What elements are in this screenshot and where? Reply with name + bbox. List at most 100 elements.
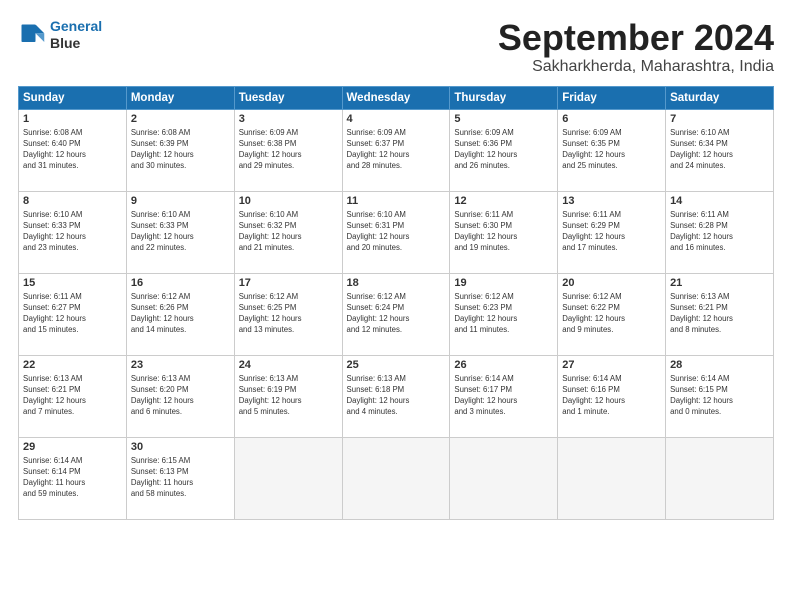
day-info: Sunrise: 6:13 AM Sunset: 6:19 PM Dayligh… xyxy=(239,373,338,418)
week-row-1: 1 Sunrise: 6:08 AM Sunset: 6:40 PM Daylig… xyxy=(19,109,774,191)
day-info: Sunrise: 6:11 AM Sunset: 6:29 PM Dayligh… xyxy=(562,209,661,254)
day-info: Sunrise: 6:09 AM Sunset: 6:38 PM Dayligh… xyxy=(239,127,338,172)
day-info: Sunrise: 6:10 AM Sunset: 6:31 PM Dayligh… xyxy=(347,209,446,254)
title-area: September 2024 Sakharkherda, Maharashtra… xyxy=(498,18,774,76)
header-cell-saturday: Saturday xyxy=(666,86,774,109)
day-cell: 21Sunrise: 6:13 AM Sunset: 6:21 PM Dayli… xyxy=(666,273,774,355)
day-cell xyxy=(558,437,666,519)
day-info: Sunrise: 6:10 AM Sunset: 6:33 PM Dayligh… xyxy=(23,209,122,254)
day-cell: 9 Sunrise: 6:10 AM Sunset: 6:33 PM Daylig… xyxy=(126,191,234,273)
day-cell: 8 Sunrise: 6:10 AM Sunset: 6:33 PM Daylig… xyxy=(19,191,127,273)
day-info: Sunrise: 6:08 AM Sunset: 6:39 PM Dayligh… xyxy=(131,127,230,172)
day-cell: 12 Sunrise: 6:11 AM Sunset: 6:30 PM Dayli… xyxy=(450,191,558,273)
week-row-4: 22 Sunrise: 6:13 AM Sunset: 6:21 PM Dayli… xyxy=(19,355,774,437)
logo-text: General Blue xyxy=(50,18,102,52)
day-cell: 16 Sunrise: 6:12 AM Sunset: 6:26 PM Dayli… xyxy=(126,273,234,355)
day-cell: 11 Sunrise: 6:10 AM Sunset: 6:31 PM Dayli… xyxy=(342,191,450,273)
day-number: 7 xyxy=(670,113,769,125)
day-number: 4 xyxy=(347,113,446,125)
day-number: 25 xyxy=(347,359,446,371)
day-info: Sunrise: 6:11 AM Sunset: 6:27 PM Dayligh… xyxy=(23,291,122,336)
day-info: Sunrise: 6:10 AM Sunset: 6:33 PM Dayligh… xyxy=(131,209,230,254)
header-cell-friday: Friday xyxy=(558,86,666,109)
day-info: Sunrise: 6:13 AM Sunset: 6:21 PM Dayligh… xyxy=(23,373,122,418)
page: General Blue September 2024 Sakharkherda… xyxy=(0,0,792,530)
day-info: Sunrise: 6:12 AM Sunset: 6:26 PM Dayligh… xyxy=(131,291,230,336)
calendar-table: SundayMondayTuesdayWednesdayThursdayFrid… xyxy=(18,86,774,520)
day-number: 20 xyxy=(562,277,661,289)
subtitle: Sakharkherda, Maharashtra, India xyxy=(498,58,774,76)
day-cell: 2 Sunrise: 6:08 AM Sunset: 6:39 PM Daylig… xyxy=(126,109,234,191)
day-cell: 3 Sunrise: 6:09 AM Sunset: 6:38 PM Daylig… xyxy=(234,109,342,191)
day-cell: 17 Sunrise: 6:12 AM Sunset: 6:25 PM Dayli… xyxy=(234,273,342,355)
day-number: 14 xyxy=(670,195,769,207)
day-info: Sunrise: 6:12 AM Sunset: 6:23 PM Dayligh… xyxy=(454,291,553,336)
header-cell-sunday: Sunday xyxy=(19,86,127,109)
day-number: 11 xyxy=(347,195,446,207)
day-cell: 4 Sunrise: 6:09 AM Sunset: 6:37 PM Daylig… xyxy=(342,109,450,191)
day-info: Sunrise: 6:10 AM Sunset: 6:34 PM Dayligh… xyxy=(670,127,769,172)
day-cell: 6 Sunrise: 6:09 AM Sunset: 6:35 PM Daylig… xyxy=(558,109,666,191)
day-cell: 30 Sunrise: 6:15 AM Sunset: 6:13 PM Dayli… xyxy=(126,437,234,519)
day-info: Sunrise: 6:11 AM Sunset: 6:30 PM Dayligh… xyxy=(454,209,553,254)
day-info: Sunrise: 6:15 AM Sunset: 6:13 PM Dayligh… xyxy=(131,455,230,500)
day-number: 19 xyxy=(454,277,553,289)
header: General Blue September 2024 Sakharkherda… xyxy=(18,18,774,76)
day-info: Sunrise: 6:09 AM Sunset: 6:37 PM Dayligh… xyxy=(347,127,446,172)
day-cell: 20 Sunrise: 6:12 AM Sunset: 6:22 PM Dayli… xyxy=(558,273,666,355)
day-number: 6 xyxy=(562,113,661,125)
day-number: 17 xyxy=(239,277,338,289)
day-info: Sunrise: 6:14 AM Sunset: 6:16 PM Dayligh… xyxy=(562,373,661,418)
day-cell: 23Sunrise: 6:13 AM Sunset: 6:20 PM Dayli… xyxy=(126,355,234,437)
day-info: Sunrise: 6:13 AM Sunset: 6:20 PM Dayligh… xyxy=(131,373,230,418)
day-cell: 5Sunrise: 6:09 AM Sunset: 6:36 PM Daylig… xyxy=(450,109,558,191)
day-cell: 28Sunrise: 6:14 AM Sunset: 6:15 PM Dayli… xyxy=(666,355,774,437)
day-number: 8 xyxy=(23,195,122,207)
day-number: 12 xyxy=(454,195,553,207)
day-number: 24 xyxy=(239,359,338,371)
day-info: Sunrise: 6:14 AM Sunset: 6:15 PM Dayligh… xyxy=(670,373,769,418)
day-cell xyxy=(450,437,558,519)
header-cell-tuesday: Tuesday xyxy=(234,86,342,109)
day-cell: 18 Sunrise: 6:12 AM Sunset: 6:24 PM Dayli… xyxy=(342,273,450,355)
day-info: Sunrise: 6:12 AM Sunset: 6:25 PM Dayligh… xyxy=(239,291,338,336)
day-cell xyxy=(342,437,450,519)
header-cell-thursday: Thursday xyxy=(450,86,558,109)
day-number: 15 xyxy=(23,277,122,289)
day-number: 13 xyxy=(562,195,661,207)
day-cell: 26Sunrise: 6:14 AM Sunset: 6:17 PM Dayli… xyxy=(450,355,558,437)
day-info: Sunrise: 6:12 AM Sunset: 6:22 PM Dayligh… xyxy=(562,291,661,336)
day-number: 16 xyxy=(131,277,230,289)
day-number: 21 xyxy=(670,277,769,289)
day-info: Sunrise: 6:11 AM Sunset: 6:28 PM Dayligh… xyxy=(670,209,769,254)
day-info: Sunrise: 6:12 AM Sunset: 6:24 PM Dayligh… xyxy=(347,291,446,336)
day-cell: 19 Sunrise: 6:12 AM Sunset: 6:23 PM Dayli… xyxy=(450,273,558,355)
day-cell: 14 Sunrise: 6:11 AM Sunset: 6:28 PM Dayli… xyxy=(666,191,774,273)
day-cell xyxy=(666,437,774,519)
header-row: SundayMondayTuesdayWednesdayThursdayFrid… xyxy=(19,86,774,109)
day-number: 27 xyxy=(562,359,661,371)
day-cell: 29Sunrise: 6:14 AM Sunset: 6:14 PM Dayli… xyxy=(19,437,127,519)
day-info: Sunrise: 6:08 AM Sunset: 6:40 PM Dayligh… xyxy=(23,127,122,172)
day-number: 2 xyxy=(131,113,230,125)
day-number: 18 xyxy=(347,277,446,289)
day-cell: 7 Sunrise: 6:10 AM Sunset: 6:34 PM Daylig… xyxy=(666,109,774,191)
day-cell: 13 Sunrise: 6:11 AM Sunset: 6:29 PM Dayli… xyxy=(558,191,666,273)
day-cell: 25Sunrise: 6:13 AM Sunset: 6:18 PM Dayli… xyxy=(342,355,450,437)
day-info: Sunrise: 6:14 AM Sunset: 6:17 PM Dayligh… xyxy=(454,373,553,418)
day-number: 3 xyxy=(239,113,338,125)
day-cell: 27 Sunrise: 6:14 AM Sunset: 6:16 PM Dayli… xyxy=(558,355,666,437)
header-cell-monday: Monday xyxy=(126,86,234,109)
week-row-3: 15 Sunrise: 6:11 AM Sunset: 6:27 PM Dayli… xyxy=(19,273,774,355)
day-info: Sunrise: 6:09 AM Sunset: 6:35 PM Dayligh… xyxy=(562,127,661,172)
day-number: 22 xyxy=(23,359,122,371)
day-cell: 15 Sunrise: 6:11 AM Sunset: 6:27 PM Dayli… xyxy=(19,273,127,355)
day-number: 30 xyxy=(131,441,230,453)
day-cell: 10Sunrise: 6:10 AM Sunset: 6:32 PM Dayli… xyxy=(234,191,342,273)
day-number: 10 xyxy=(239,195,338,207)
day-cell: 1 Sunrise: 6:08 AM Sunset: 6:40 PM Daylig… xyxy=(19,109,127,191)
day-cell: 22 Sunrise: 6:13 AM Sunset: 6:21 PM Dayli… xyxy=(19,355,127,437)
day-number: 29 xyxy=(23,441,122,453)
day-number: 9 xyxy=(131,195,230,207)
day-number: 1 xyxy=(23,113,122,125)
